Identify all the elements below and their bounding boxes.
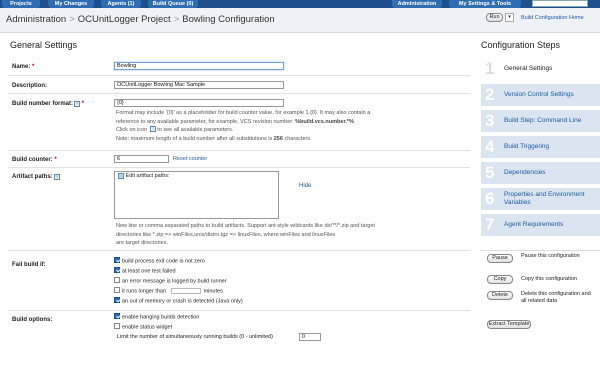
- breadcrumb-project[interactable]: OCUnitLogger Project: [78, 14, 171, 25]
- build-counter-input[interactable]: 6: [114, 155, 169, 163]
- pause-description: Pause this configuration: [521, 253, 580, 259]
- breadcrumb-administration[interactable]: Administration: [6, 14, 66, 25]
- fail-test-failed-checkbox[interactable]: at least one test failed: [114, 267, 176, 274]
- edit-artifact-paths[interactable]: ▤ Edit artifact paths:: [117, 173, 170, 179]
- limit-builds-text: Limit the number of simultaneously runni…: [117, 334, 273, 340]
- top-nav-bar: Projects My Changes Agents (1) Build Que…: [0, 0, 600, 8]
- help-icon[interactable]: ?: [74, 101, 80, 107]
- artifact-help-text: New line or comma separated paths to bui…: [116, 223, 375, 246]
- nav-my-settings[interactable]: My Settings & Tools: [449, 0, 521, 8]
- step-general-settings[interactable]: 1 General Settings: [481, 58, 600, 80]
- breadcrumb: Administration > OCUnitLogger Project > Bowl…: [6, 14, 275, 25]
- divider: [8, 167, 470, 168]
- limit-builds-input[interactable]: 0: [299, 333, 321, 341]
- hanging-builds-checkbox[interactable]: enable hanging builds detection: [114, 313, 199, 320]
- file-tree-icon[interactable]: ▤: [118, 173, 124, 179]
- pause-button[interactable]: Pause: [487, 254, 513, 263]
- general-settings-title: General Settings: [10, 40, 78, 50]
- fail-out-of-memory-checkbox[interactable]: an out of memory or crash is detected (J…: [114, 297, 243, 304]
- fail-build-if-label: Fail build if:: [12, 262, 46, 268]
- divider: [8, 75, 470, 76]
- timeout-minutes-input[interactable]: [170, 288, 201, 294]
- copy-description: Copy this configuration: [521, 276, 577, 282]
- search-input[interactable]: [532, 0, 588, 7]
- checkbox-checked-icon[interactable]: [114, 257, 120, 263]
- description-label: Description:: [12, 83, 48, 89]
- nav-administration[interactable]: Administration: [392, 0, 442, 8]
- nav-build-queue[interactable]: Build Queue (0): [148, 0, 198, 8]
- description-input[interactable]: OCUnitLogger Bowling Mac Sample: [114, 81, 284, 89]
- name-input[interactable]: Bowling: [114, 62, 284, 70]
- checkbox-icon[interactable]: [114, 287, 120, 293]
- build-configuration-home-link[interactable]: Build Configuration Home: [521, 15, 584, 21]
- run-options-dropdown-icon[interactable]: ▾: [505, 13, 514, 22]
- step-agent-requirements[interactable]: 7 Agent Requirements: [481, 214, 600, 236]
- fail-error-message-checkbox[interactable]: an error message is logged by build runn…: [114, 277, 227, 284]
- step-dependencies[interactable]: 5 Dependencies: [481, 162, 600, 184]
- build-options-label: Build options:: [12, 317, 53, 323]
- reset-counter-link[interactable]: Reset counter: [173, 156, 207, 162]
- build-number-format-input[interactable]: {0}: [114, 99, 284, 107]
- fail-runs-longer-checkbox[interactable]: it runs longer than minutes: [114, 287, 223, 294]
- configuration-actions: Pause Pause this configuration Copy Copy…: [481, 250, 600, 330]
- status-widget-checkbox[interactable]: enable status widget: [114, 323, 172, 330]
- checkbox-icon[interactable]: [114, 323, 120, 329]
- step-properties[interactable]: 6 Properties and Environment Variables: [481, 188, 600, 210]
- nav-agents[interactable]: Agents (1): [101, 0, 141, 8]
- divider: [8, 250, 470, 251]
- delete-button[interactable]: Delete: [487, 291, 513, 300]
- name-label: Name: *: [12, 64, 35, 70]
- nav-my-changes[interactable]: My Changes: [48, 0, 94, 8]
- checkbox-checked-icon[interactable]: [114, 267, 120, 273]
- page-title: Bowling Configuration: [182, 14, 275, 25]
- checkbox-checked-icon[interactable]: [114, 313, 120, 319]
- configuration-steps-title: Configuration Steps: [481, 40, 561, 50]
- build-counter-label: Build counter: *: [12, 157, 57, 163]
- copy-button[interactable]: Copy: [487, 275, 513, 284]
- step-build-triggering[interactable]: 4 Build Triggering: [481, 136, 600, 158]
- breadcrumb-separator-icon: >: [69, 14, 75, 25]
- parameters-icon[interactable]: ?: [149, 126, 156, 132]
- artifact-paths-label: Artifact paths:?: [12, 174, 60, 180]
- breadcrumb-separator-icon: >: [173, 14, 180, 25]
- delete-description: Delete this configuration and all relate…: [521, 291, 591, 304]
- run-button[interactable]: Run: [486, 13, 503, 22]
- build-number-help-text: Format may include '{0}' as a placeholde…: [116, 110, 371, 142]
- help-icon[interactable]: ?: [53, 174, 60, 180]
- fail-exit-code-checkbox[interactable]: build process exit code is not zero: [114, 257, 205, 264]
- hide-link[interactable]: Hide: [299, 183, 311, 189]
- step-version-control[interactable]: 2 Version Control Settings: [481, 84, 600, 106]
- nav-projects[interactable]: Projects: [2, 0, 40, 8]
- step-build-step[interactable]: 3 Build Step: Command Line: [481, 110, 600, 132]
- divider: [8, 93, 470, 94]
- divider: [8, 150, 470, 151]
- artifact-paths-textarea[interactable]: ▤ Edit artifact paths:: [114, 171, 279, 219]
- checkbox-checked-icon[interactable]: [114, 297, 120, 303]
- divider: [8, 310, 470, 311]
- extract-template-button[interactable]: Extract Template: [487, 320, 531, 329]
- checkbox-icon[interactable]: [114, 277, 120, 283]
- build-number-format-label: Build number format:? *: [12, 101, 85, 107]
